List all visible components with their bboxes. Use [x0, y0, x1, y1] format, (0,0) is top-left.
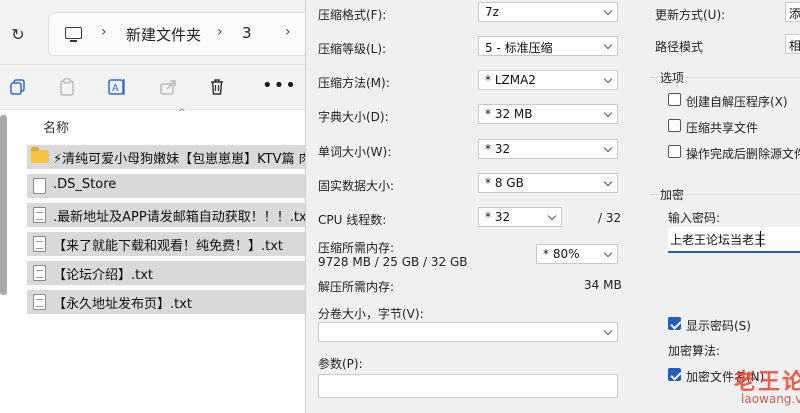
text-file-icon [33, 236, 46, 252]
delete-after-checkbox[interactable] [668, 145, 681, 158]
file-name: 【来了就能下载和观看！纯免费！】.txt [53, 239, 284, 254]
decompress-memory-value: 34 MB [584, 278, 622, 292]
text-file-icon [33, 265, 46, 281]
encryption-method-label: 加密算法: [668, 344, 721, 358]
password-input[interactable]: 上老王论坛当老王 [668, 227, 800, 253]
chevron-right-icon: › [217, 24, 223, 40]
delete-icon[interactable] [207, 77, 227, 97]
chevron-right-icon: › [285, 24, 291, 40]
list-item[interactable]: .最新地址及APP请发邮箱自动获取！！！.txt [27, 203, 305, 227]
cpu-threads-select[interactable]: * 32 [478, 207, 562, 227]
volume-size-combobox[interactable] [318, 322, 618, 342]
sfx-checkbox-label: 创建自解压程序(X) [686, 95, 788, 109]
encrypt-filenames-checkbox[interactable] [668, 368, 681, 381]
level-select[interactable]: 5 - 标准压缩 [478, 36, 618, 56]
file-name: 【永久地址发布页】.txt [53, 297, 193, 312]
shared-files-checkbox-label: 压缩共享文件 [686, 121, 759, 135]
shared-files-checkbox[interactable] [668, 119, 681, 132]
rename-icon[interactable]: A [107, 77, 127, 97]
update-mode-select[interactable]: 添 [785, 2, 800, 22]
path-mode-label: 路径模式 [655, 40, 704, 54]
text-cursor [760, 231, 761, 247]
list-item[interactable]: 【永久地址发布页】.txt [27, 290, 305, 314]
list-item[interactable]: 【论坛介绍】.txt [27, 261, 305, 285]
show-password-label: 显示密码(S) [686, 319, 751, 333]
word-size-select[interactable]: * 32 [478, 139, 618, 159]
volume-size-label: 分卷大小，字节(V): [318, 307, 424, 321]
list-item[interactable]: ⚡清纯可爱小母狗嫩妹【包崽崽崽】KTV篇 肉 [27, 145, 305, 169]
breadcrumb-item[interactable]: 新建文件夹 [126, 24, 201, 45]
chevron-down-icon [547, 211, 557, 221]
file-name: 【论坛介绍】.txt [53, 268, 154, 283]
add-to-archive-dialog: 压缩格式(F): 7z 压缩等级(L): 5 - 标准压缩 压缩方法(M): *… [305, 0, 800, 413]
chevron-down-icon [603, 143, 613, 153]
compress-memory-label: 压缩所需内存: [318, 241, 395, 255]
sfx-checkbox[interactable] [668, 93, 681, 106]
file-name: .最新地址及APP请发邮箱自动获取！！！.txt [53, 210, 305, 225]
share-icon[interactable] [158, 77, 178, 97]
compress-memory-detail: 9728 MB / 25 GB / 32 GB [318, 255, 468, 269]
parameters-input[interactable] [318, 374, 618, 398]
breadcrumb-item[interactable]: 3 [242, 24, 252, 42]
chevron-down-icon [603, 248, 613, 258]
watermark-url: laowang.vip [741, 392, 800, 406]
decompress-memory-label: 解压所需内存: [318, 280, 395, 294]
cpu-threads-total: / 32 [598, 211, 622, 225]
list-item[interactable]: .DS_Store [27, 174, 305, 198]
parameters-label: 参数(P): [318, 357, 363, 371]
method-label: 压缩方法(M): [318, 76, 390, 90]
file-icon [33, 178, 46, 194]
list-item[interactable]: 【来了就能下载和观看！纯免费！】.txt [27, 232, 305, 256]
dictionary-size-label: 字典大小(D): [318, 110, 389, 124]
update-mode-label: 更新方式(U): [655, 8, 726, 22]
options-group-title: 选项 [658, 69, 687, 86]
format-select[interactable]: 7z [478, 2, 618, 22]
level-label: 压缩等级(L): [318, 42, 387, 56]
encryption-group-title: 加密 [658, 186, 687, 203]
password-label: 输入密码: [668, 211, 721, 225]
file-explorer: ↻ › 新建文件夹 › 3 › A ••• ^ 名称 ⚡清纯可爱小母狗嫩妹【包崽… [0, 0, 305, 413]
show-password-checkbox[interactable] [668, 317, 681, 330]
command-bar: A ••• [0, 65, 305, 110]
word-size-label: 单词大小(W): [318, 145, 392, 159]
delete-after-checkbox-label: 操作完成后删除源文件 [686, 147, 800, 161]
text-file-icon [33, 207, 46, 223]
solid-block-size-label: 固实数据大小: [318, 179, 395, 193]
chevron-right-icon: › [101, 24, 107, 40]
sort-ascending-icon: ^ [178, 108, 186, 118]
text-file-icon [33, 294, 46, 310]
svg-text:A: A [112, 83, 119, 94]
chevron-down-icon [603, 177, 613, 187]
format-label: 压缩格式(F): [318, 8, 387, 22]
path-mode-select[interactable]: 相 [785, 34, 800, 54]
address-bar-area: ↻ › 新建文件夹 › 3 › [0, 0, 305, 65]
copy-icon[interactable] [8, 77, 28, 97]
file-name: .DS_Store [53, 177, 117, 192]
dictionary-size-select[interactable]: * 32 MB [478, 104, 618, 124]
paste-icon[interactable] [57, 77, 77, 97]
chevron-down-icon [603, 108, 613, 118]
chevron-down-icon [603, 326, 613, 336]
folder-icon [31, 147, 49, 163]
more-options-icon[interactable]: ••• [262, 77, 296, 97]
chevron-down-icon [603, 40, 613, 50]
address-bar[interactable]: › 新建文件夹 › 3 › [48, 12, 305, 56]
file-name: ⚡清纯可爱小母狗嫩妹【包崽崽崽】KTV篇 肉 [53, 152, 305, 167]
password-value: 上老王论坛当老王 [670, 233, 767, 247]
method-select[interactable]: * LZMA2 [478, 70, 618, 90]
solid-block-size-select[interactable]: * 8 GB [478, 173, 618, 193]
chevron-down-icon [603, 6, 613, 16]
column-header-name[interactable]: 名称 [43, 117, 69, 136]
refresh-icon[interactable]: ↻ [9, 26, 27, 44]
chevron-down-icon [603, 74, 613, 84]
cpu-threads-label: CPU 线程数: [318, 213, 387, 227]
vertical-scrollbar[interactable] [0, 115, 7, 295]
memory-usage-select[interactable]: * 80% [536, 244, 618, 264]
this-pc-icon [65, 27, 82, 42]
